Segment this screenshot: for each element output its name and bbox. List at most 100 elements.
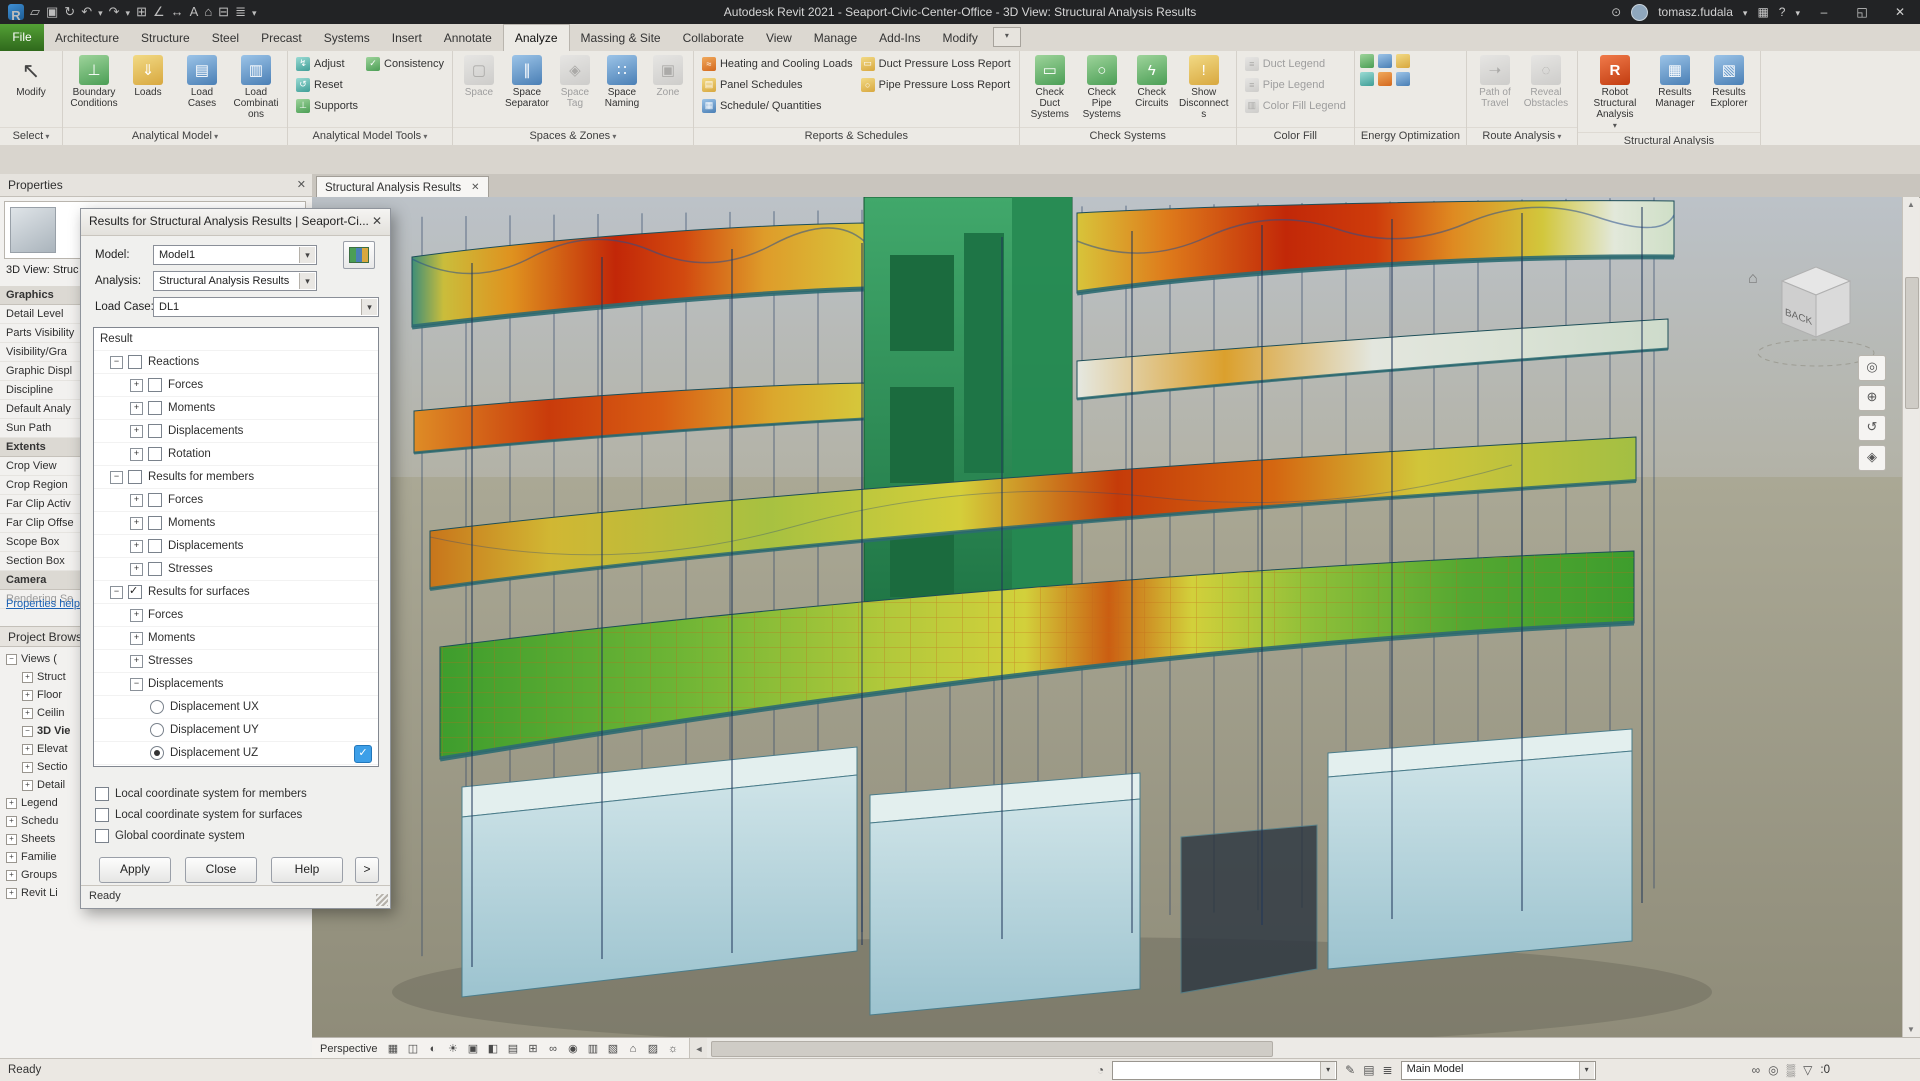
- energy-results-icon[interactable]: [1395, 72, 1410, 86]
- filter-icon[interactable]: ▽: [1803, 1063, 1812, 1077]
- space-naming-button[interactable]: ∷ Space Naming: [598, 54, 646, 110]
- tree-row-surfaces-forces[interactable]: Forces: [94, 604, 378, 627]
- scroll-left-icon[interactable]: ◄: [690, 1041, 707, 1057]
- print-icon[interactable]: [136, 0, 147, 24]
- results-dialog[interactable]: Results for Structural Analysis Results …: [80, 208, 391, 909]
- apply-button[interactable]: Apply: [99, 857, 171, 883]
- view-scale-label[interactable]: Perspective: [320, 1043, 377, 1055]
- drawing-area[interactable]: ⌂ BACK ◎ ⊕ ↺ ◈: [312, 197, 1902, 1037]
- active-model-select[interactable]: Main Model: [1400, 1060, 1596, 1080]
- panel-label-reports-schedules[interactable]: Reports & Schedules: [693, 127, 1019, 145]
- delete-energy-model-icon[interactable]: [1377, 72, 1392, 86]
- rewind-button[interactable]: ↺: [1858, 415, 1886, 441]
- panel-schedules-button[interactable]: ▤ Panel Schedules: [699, 75, 856, 94]
- check-pipe-systems-button[interactable]: ○ Check Pipe Systems: [1077, 54, 1127, 121]
- optimize-icon[interactable]: [1359, 72, 1374, 86]
- close-dialog-button[interactable]: Close: [185, 857, 257, 883]
- local-cs-surfaces-checkbox[interactable]: Local coordinate system for surfaces: [95, 808, 302, 822]
- tab-systems[interactable]: Systems: [313, 25, 381, 51]
- tree-row-displacement-ux[interactable]: Displacement UX: [94, 696, 378, 719]
- panel-label-check-systems[interactable]: Check Systems: [1019, 127, 1236, 145]
- default-3d-view-icon[interactable]: [204, 0, 212, 24]
- restore-button[interactable]: ◱: [1848, 0, 1876, 24]
- reset-button[interactable]: ↺ Reset: [293, 75, 361, 94]
- properties-help-link[interactable]: Properties help: [6, 598, 80, 610]
- tree-row-reactions-displacements[interactable]: Displacements: [94, 420, 378, 443]
- duct-pressure-loss-report-button[interactable]: ▭ Duct Pressure Loss Report: [858, 54, 1014, 73]
- expand-dialog-button[interactable]: >: [355, 857, 379, 883]
- robot-structural-analysis-button[interactable]: R Robot Structural Analysis: [1583, 54, 1647, 132]
- select-underlay-icon[interactable]: ▒: [1787, 1063, 1796, 1077]
- pipe-pressure-loss-report-button[interactable]: ○ Pipe Pressure Loss Report: [858, 75, 1014, 94]
- save-icon[interactable]: [46, 0, 58, 24]
- tree-row-reactions-rotation[interactable]: Rotation: [94, 443, 378, 466]
- model-select[interactable]: Model1: [153, 245, 317, 265]
- undo-icon[interactable]: [81, 0, 92, 24]
- render-icon[interactable]: ◧: [484, 1041, 501, 1057]
- tree-row-reactions[interactable]: Reactions: [94, 351, 378, 374]
- viewcube-home-icon[interactable]: ⌂: [1748, 270, 1758, 287]
- tree-row-reactions-forces[interactable]: Forces: [94, 374, 378, 397]
- tree-row-displacement-uz[interactable]: Displacement UZ: [94, 742, 378, 765]
- uz-visible-check-icon[interactable]: [354, 745, 372, 763]
- supports-button[interactable]: ⊥ Supports: [293, 96, 361, 115]
- reveal-constraints-icon[interactable]: ☼: [664, 1041, 681, 1057]
- dialog-resize-grip[interactable]: [376, 894, 388, 906]
- tree-row-members-forces[interactable]: Forces: [94, 489, 378, 512]
- tab-precast[interactable]: Precast: [250, 25, 313, 51]
- modify-button[interactable]: ↖ Modify: [5, 54, 57, 99]
- help-icon[interactable]: [1779, 5, 1786, 19]
- scale-icon[interactable]: ▦: [384, 1041, 401, 1057]
- vertical-scrollbar[interactable]: ▲ ▼: [1902, 197, 1919, 1037]
- analysis-select[interactable]: Structural Analysis Results: [153, 271, 317, 291]
- tab-insert[interactable]: Insert: [381, 25, 433, 51]
- tab-massing-site[interactable]: Massing & Site: [570, 25, 672, 51]
- help-button[interactable]: Help: [271, 857, 343, 883]
- tree-row-members-stresses[interactable]: Stresses: [94, 558, 378, 581]
- avatar[interactable]: [1631, 3, 1649, 21]
- load-combinations-button[interactable]: ▥ Load Combinations: [230, 54, 282, 121]
- minimize-button[interactable]: –: [1810, 0, 1838, 24]
- view-tab-close-icon[interactable]: ✕: [471, 178, 479, 198]
- panel-label-color-fill[interactable]: Color Fill: [1236, 127, 1354, 145]
- app-store-icon[interactable]: [1757, 5, 1768, 19]
- thin-lines-icon[interactable]: [235, 0, 246, 24]
- text-icon[interactable]: [190, 0, 199, 24]
- open-icon[interactable]: [30, 0, 40, 24]
- customize-qat-icon[interactable]: [252, 0, 257, 25]
- dialog-title-bar[interactable]: Results for Structural Analysis Results …: [81, 209, 390, 236]
- tree-row-results-for-members[interactable]: Results for members: [94, 466, 378, 489]
- analytical-model-settings-button[interactable]: [343, 241, 375, 269]
- panel-label-route-analysis[interactable]: Route Analysis: [1466, 127, 1577, 145]
- energy-settings-icon[interactable]: [1359, 54, 1374, 68]
- tab-structure[interactable]: Structure: [130, 25, 201, 51]
- load-cases-button[interactable]: ▤ Load Cases: [176, 54, 228, 110]
- tree-row-members-moments[interactable]: Moments: [94, 512, 378, 535]
- help-dropdown-icon[interactable]: [1795, 5, 1800, 19]
- local-cs-members-checkbox[interactable]: Local coordinate system for members: [95, 787, 307, 801]
- schedule-quantities-button[interactable]: ▦ Schedule/ Quantities: [699, 96, 856, 115]
- tab-add-ins[interactable]: Add-Ins: [868, 25, 931, 51]
- steering-wheel-button[interactable]: ◎: [1858, 355, 1886, 381]
- tab-manage[interactable]: Manage: [803, 25, 868, 51]
- aligned-dimension-icon[interactable]: [171, 0, 184, 24]
- tree-row-surfaces-displacements[interactable]: Displacements: [94, 673, 378, 696]
- dialog-close-icon[interactable]: ✕: [372, 209, 382, 234]
- show-analytical-model-icon[interactable]: ⌂: [624, 1041, 641, 1057]
- highlight-displacement-icon[interactable]: ▨: [644, 1041, 661, 1057]
- user-dropdown-icon[interactable]: [1743, 5, 1748, 19]
- results-manager-button[interactable]: ▦ Results Manager: [1649, 54, 1701, 110]
- structural-analysis-3d-view[interactable]: ⌂ BACK: [312, 197, 1902, 1037]
- crop-view-icon[interactable]: ▤: [504, 1041, 521, 1057]
- worksharing-display-icon[interactable]: ▥: [584, 1041, 601, 1057]
- redo-icon[interactable]: [109, 0, 120, 24]
- orbit-button[interactable]: ◈: [1858, 445, 1886, 471]
- horizontal-scrollbar[interactable]: [707, 1038, 1920, 1059]
- consistency-button[interactable]: ✓ Consistency: [363, 54, 447, 73]
- zoom-button[interactable]: ⊕: [1858, 385, 1886, 411]
- visual-style-icon[interactable]: ◐: [424, 1041, 441, 1057]
- heating-cooling-loads-button[interactable]: ≈ Heating and Cooling Loads: [699, 54, 856, 73]
- panel-label-energy-optimization[interactable]: Energy Optimization: [1354, 127, 1466, 145]
- tree-row-surfaces-moments[interactable]: Moments: [94, 627, 378, 650]
- global-cs-checkbox[interactable]: Global coordinate system: [95, 829, 245, 843]
